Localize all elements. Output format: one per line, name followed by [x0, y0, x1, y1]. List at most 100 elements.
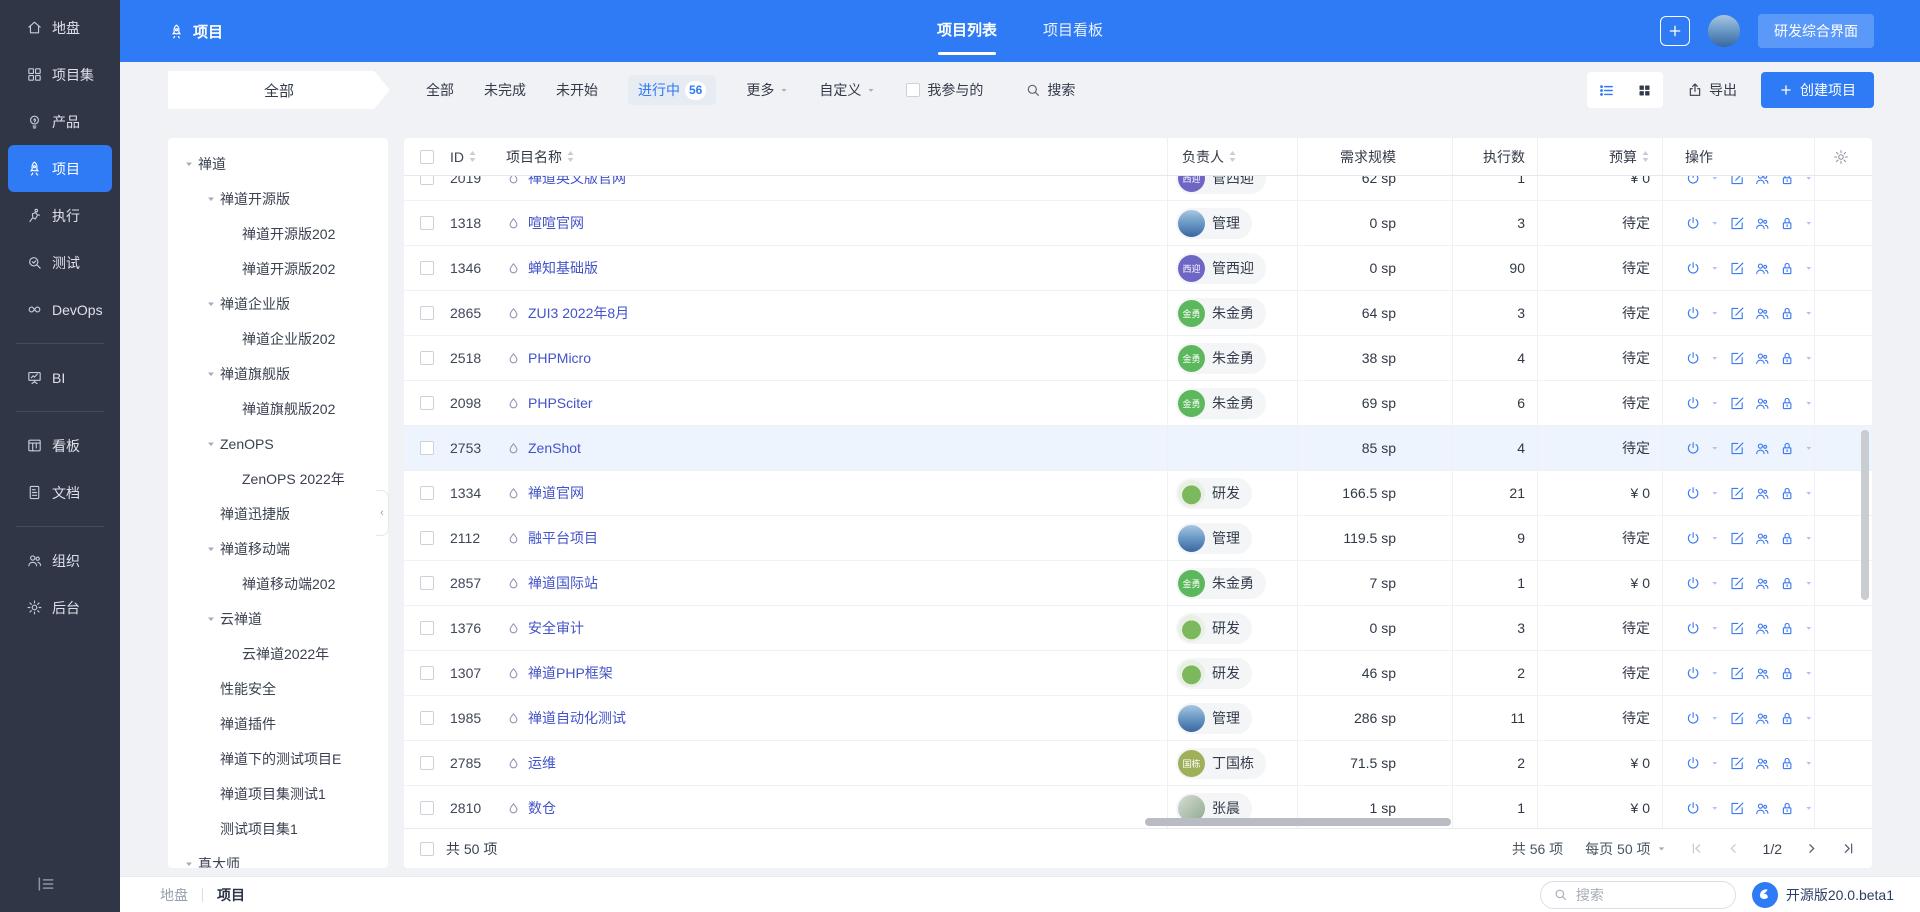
- filter-全部[interactable]: 全部: [426, 80, 454, 100]
- workbench-switch-button[interactable]: 研发综合界面: [1758, 14, 1874, 48]
- edit-icon[interactable]: [1729, 176, 1745, 187]
- caret-down-icon[interactable]: [1804, 218, 1814, 228]
- project-name-link[interactable]: PHPMicro: [528, 350, 591, 366]
- team-icon[interactable]: [1754, 305, 1770, 322]
- tree-caret-icon[interactable]: [202, 544, 220, 554]
- owner-pill[interactable]: 国栋丁国栋: [1176, 748, 1266, 779]
- lock-icon[interactable]: [1779, 800, 1795, 817]
- tree-node[interactable]: 性能安全: [168, 671, 388, 706]
- vertical-scrollbar[interactable]: [1861, 430, 1869, 600]
- caret-down-icon[interactable]: [1710, 803, 1720, 813]
- team-icon[interactable]: [1754, 755, 1770, 772]
- team-icon[interactable]: [1754, 395, 1770, 412]
- row-checkbox[interactable]: [420, 351, 434, 365]
- involved-filter[interactable]: 我参与的: [906, 80, 983, 100]
- edit-icon[interactable]: [1729, 755, 1745, 772]
- sidebar-item-execution[interactable]: 执行: [8, 192, 112, 239]
- project-name-link[interactable]: PHPSciter: [528, 395, 593, 411]
- version-info[interactable]: 开源版20.0.beta1: [1752, 882, 1894, 908]
- caret-down-icon[interactable]: [1804, 176, 1814, 183]
- power-icon[interactable]: [1685, 620, 1701, 637]
- lock-icon[interactable]: [1779, 575, 1795, 592]
- project-name-link[interactable]: ZUI3 2022年8月: [528, 303, 629, 323]
- user-avatar[interactable]: [1708, 15, 1740, 47]
- tree-caret-icon[interactable]: [180, 859, 198, 869]
- tree-node[interactable]: 禅道旗舰版: [168, 356, 388, 391]
- tree-node[interactable]: 禅道企业版202: [168, 321, 388, 356]
- row-checkbox[interactable]: [420, 531, 434, 545]
- team-icon[interactable]: [1754, 260, 1770, 277]
- filter-进行中[interactable]: 进行中56: [628, 75, 716, 105]
- row-checkbox[interactable]: [420, 306, 434, 320]
- power-icon[interactable]: [1685, 755, 1701, 772]
- sidebar-item-product[interactable]: 产品: [8, 98, 112, 145]
- topbar-tab[interactable]: 项目看板: [1043, 0, 1103, 62]
- row-checkbox[interactable]: [420, 486, 434, 500]
- column-header-executions[interactable]: 执行数: [1452, 138, 1537, 175]
- project-name-link[interactable]: 禅道官网: [528, 483, 584, 503]
- tree-node[interactable]: 禅道: [168, 146, 388, 181]
- prev-page-button[interactable]: [1726, 841, 1741, 856]
- row-checkbox[interactable]: [420, 576, 434, 590]
- team-icon[interactable]: [1754, 485, 1770, 502]
- next-page-button[interactable]: [1804, 841, 1819, 856]
- lock-icon[interactable]: [1779, 665, 1795, 682]
- project-name-link[interactable]: 喧喧官网: [528, 213, 584, 233]
- caret-down-icon[interactable]: [1804, 398, 1814, 408]
- tree-caret-icon[interactable]: [180, 159, 198, 169]
- sidebar-item-kanban[interactable]: 看板: [8, 422, 112, 469]
- owner-pill[interactable]: 管理: [1176, 703, 1252, 734]
- column-header-budget[interactable]: 预算: [1537, 138, 1662, 175]
- project-name-link[interactable]: 数仓: [528, 798, 556, 818]
- project-name-link[interactable]: 禅道PHP框架: [528, 663, 613, 683]
- lock-icon[interactable]: [1779, 755, 1795, 772]
- tree-node[interactable]: 禅道企业版: [168, 286, 388, 321]
- lock-icon[interactable]: [1779, 260, 1795, 277]
- caret-down-icon[interactable]: [1710, 398, 1720, 408]
- global-add-button[interactable]: [1660, 16, 1690, 46]
- team-icon[interactable]: [1754, 575, 1770, 592]
- tree-caret-icon[interactable]: [202, 369, 220, 379]
- caret-down-icon[interactable]: [1710, 443, 1720, 453]
- lock-icon[interactable]: [1779, 176, 1795, 187]
- select-all-checkbox[interactable]: [420, 150, 434, 164]
- filter-自定义[interactable]: 自定义: [819, 80, 876, 100]
- tree-node[interactable]: 禅道旗舰版202: [168, 391, 388, 426]
- caret-down-icon[interactable]: [1710, 218, 1720, 228]
- column-settings[interactable]: [1814, 138, 1872, 175]
- caret-down-icon[interactable]: [1710, 623, 1720, 633]
- power-icon[interactable]: [1685, 710, 1701, 727]
- power-icon[interactable]: [1685, 350, 1701, 367]
- column-header-owner[interactable]: 负责人: [1167, 138, 1297, 175]
- lock-icon[interactable]: [1779, 440, 1795, 457]
- involved-checkbox[interactable]: [906, 83, 920, 97]
- row-checkbox[interactable]: [420, 216, 434, 230]
- caret-down-icon[interactable]: [1804, 443, 1814, 453]
- row-checkbox[interactable]: [420, 666, 434, 680]
- edit-icon[interactable]: [1729, 620, 1745, 637]
- owner-pill[interactable]: 金勇朱金勇: [1176, 343, 1266, 374]
- row-checkbox[interactable]: [420, 621, 434, 635]
- edit-icon[interactable]: [1729, 800, 1745, 817]
- sidebar-item-bi[interactable]: BI: [8, 354, 112, 401]
- edit-icon[interactable]: [1729, 395, 1745, 412]
- team-icon[interactable]: [1754, 665, 1770, 682]
- tree-node[interactable]: 禅道开源版202: [168, 251, 388, 286]
- lock-icon[interactable]: [1779, 530, 1795, 547]
- project-name-link[interactable]: 融平台项目: [528, 528, 598, 548]
- power-icon[interactable]: [1685, 575, 1701, 592]
- team-icon[interactable]: [1754, 620, 1770, 637]
- power-icon[interactable]: [1685, 665, 1701, 682]
- caret-down-icon[interactable]: [1804, 713, 1814, 723]
- project-name-link[interactable]: ZenShot: [528, 440, 581, 456]
- team-icon[interactable]: [1754, 215, 1770, 232]
- sidebar-collapse-button[interactable]: [0, 864, 120, 904]
- tree-node[interactable]: 云禅道2022年: [168, 636, 388, 671]
- lock-icon[interactable]: [1779, 395, 1795, 412]
- project-name-link[interactable]: 禅道国际站: [528, 573, 598, 593]
- caret-down-icon[interactable]: [1710, 713, 1720, 723]
- tree-node[interactable]: 禅道开源版202: [168, 216, 388, 251]
- lock-icon[interactable]: [1779, 620, 1795, 637]
- toolbar-search[interactable]: 搜索: [1025, 80, 1075, 100]
- power-icon[interactable]: [1685, 800, 1701, 817]
